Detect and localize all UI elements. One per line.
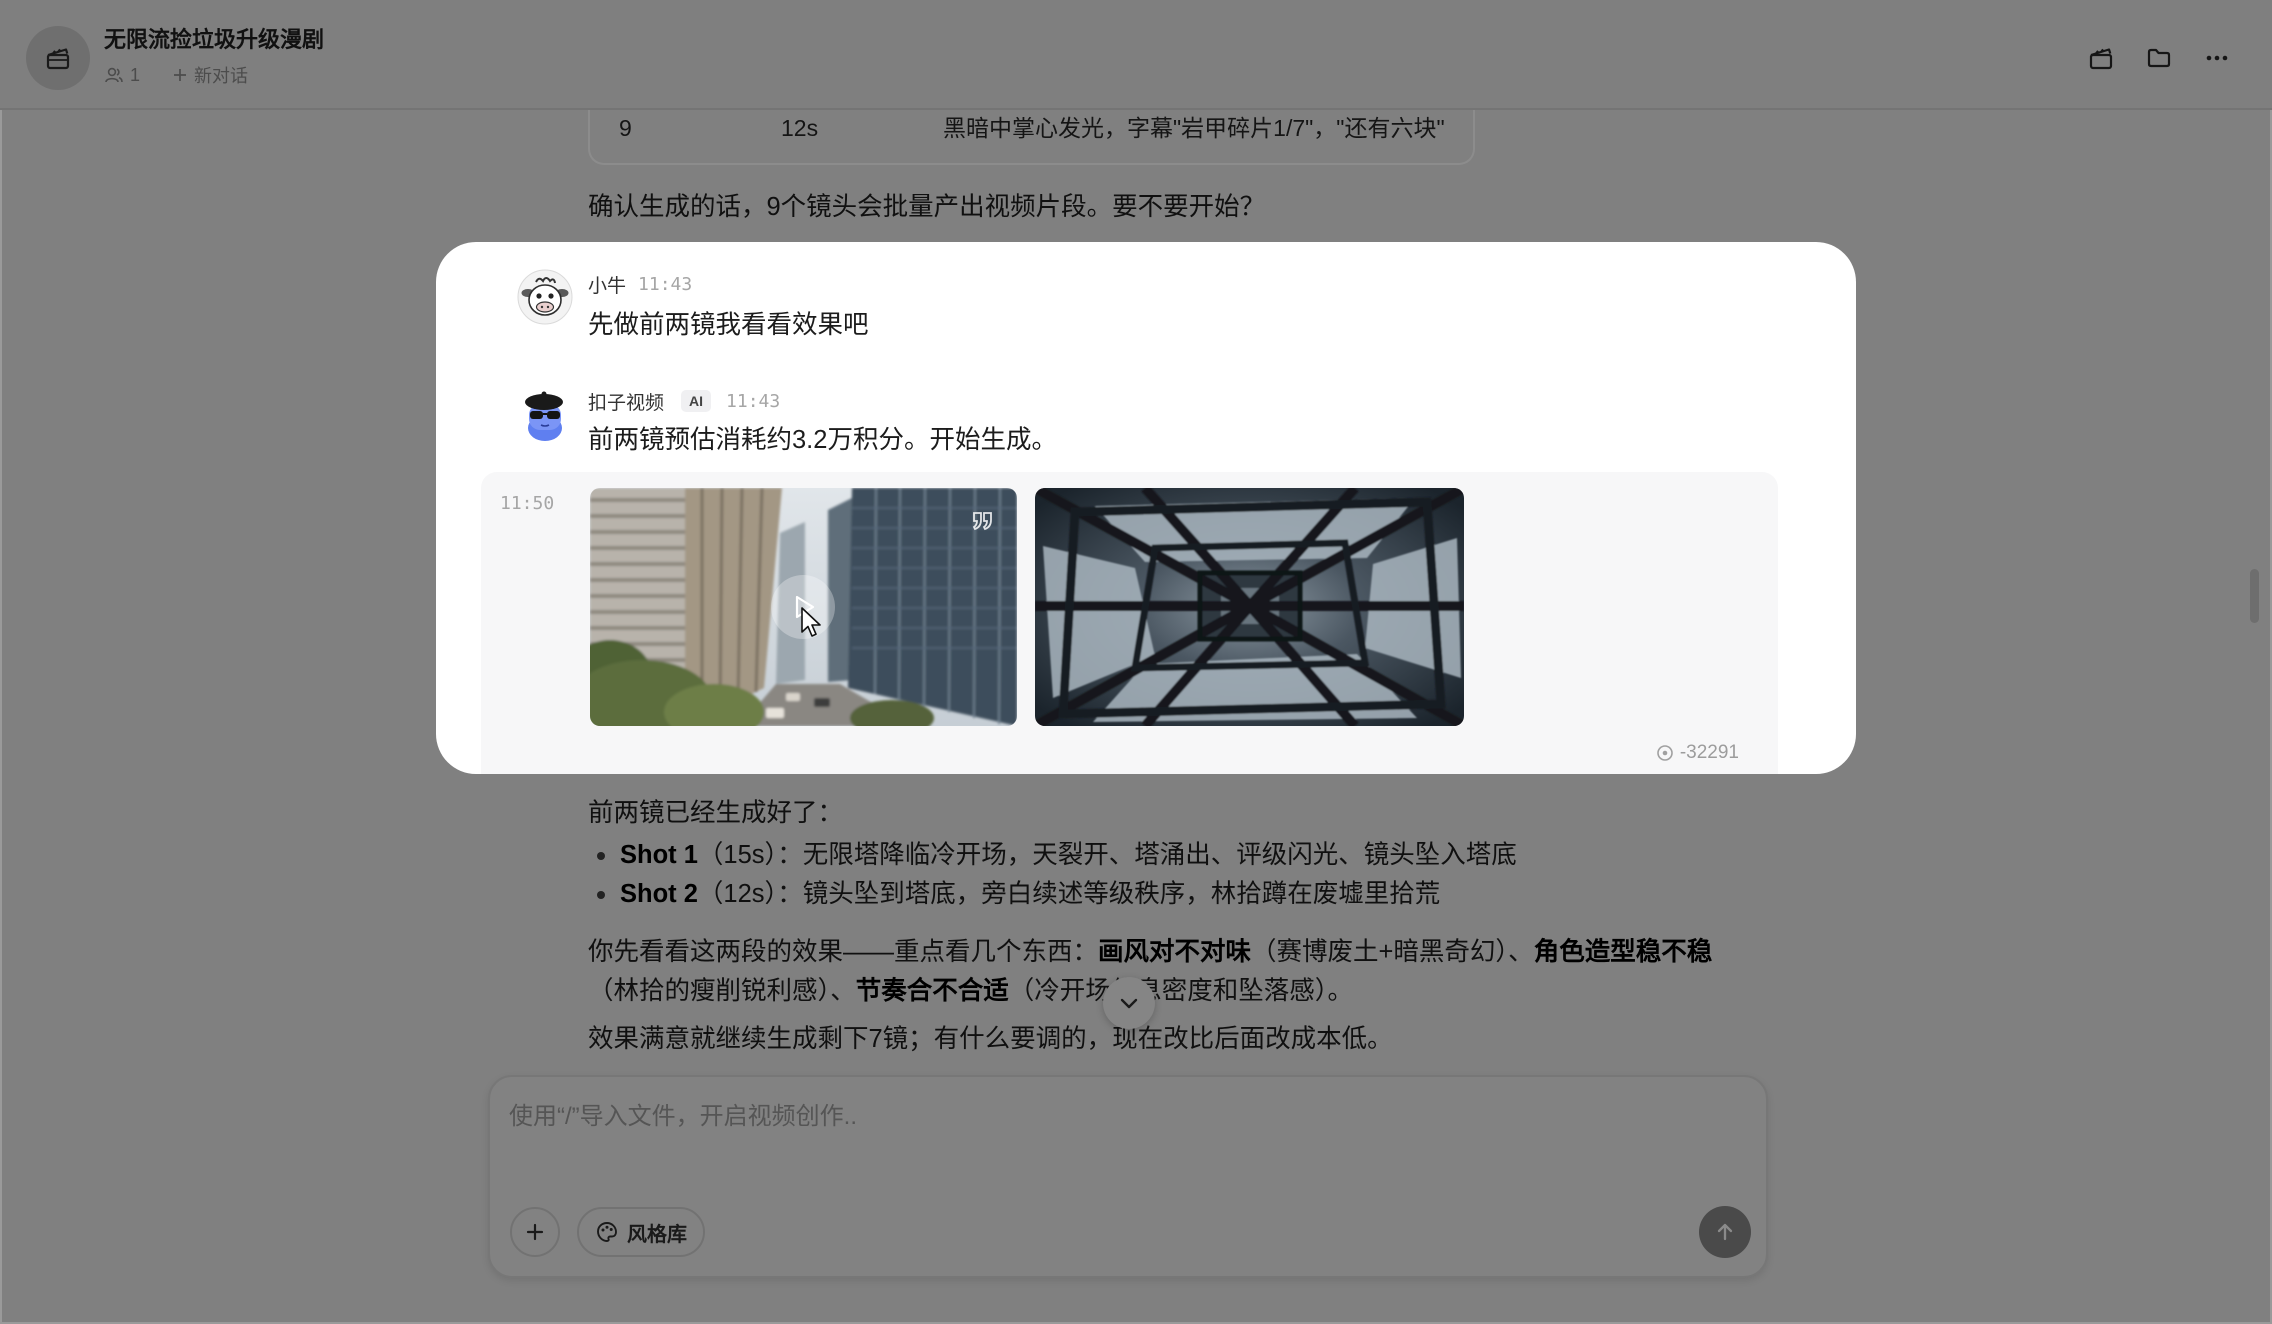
user-avatar[interactable] bbox=[517, 269, 573, 325]
shot-duration: （12s）： bbox=[697, 880, 803, 908]
bullet-dot bbox=[597, 852, 605, 860]
ai-message-meta: 扣子视频 AI 11:43 bbox=[588, 388, 780, 414]
shot-title: Shot 2 bbox=[620, 880, 698, 908]
ai-prompt-text: 确认生成的话，9个镜头会批量产出视频片段。要不要开始？ bbox=[588, 193, 1266, 221]
video-2-frame bbox=[1035, 488, 1464, 726]
reply-closing: 效果满意就继续生成剩下7镜；有什么要调的，现在改比后面改成本低。 bbox=[588, 1025, 1393, 1053]
files-button[interactable] bbox=[2139, 38, 2179, 78]
people-icon bbox=[105, 67, 123, 83]
folder-icon bbox=[2147, 48, 2171, 68]
new-chat-label: 新对话 bbox=[194, 66, 248, 86]
user-message-text: 先做前两镜我看看效果吧 bbox=[588, 311, 869, 339]
plus-icon bbox=[174, 69, 186, 81]
plus-icon bbox=[526, 1223, 544, 1241]
clapperboard-icon bbox=[46, 48, 70, 70]
project-logo[interactable] bbox=[26, 26, 90, 90]
member-count-value: 1 bbox=[130, 64, 141, 85]
video-thumbnail-2[interactable] bbox=[1035, 488, 1464, 726]
shot-duration: （15s）： bbox=[697, 841, 803, 869]
review-text: （赛博废土+暗黑奇幻）、 bbox=[1251, 938, 1534, 966]
storyboard-button[interactable] bbox=[2081, 38, 2121, 78]
ai-name: 扣子视频 bbox=[588, 392, 665, 414]
ai-message-text: 前两镜预估消耗约3.2万积分。开始生成。 bbox=[588, 426, 1057, 454]
style-library-label: 风格库 bbox=[627, 1223, 687, 1246]
new-chat-button[interactable]: 新对话 bbox=[172, 63, 248, 87]
project-title: 无限流捡垃圾升级漫剧 bbox=[104, 27, 325, 52]
shot-description: 镜头坠到塔底，旁白续述等级秩序，林拾蹲在废墟里拾荒 bbox=[802, 880, 1441, 908]
user-message-meta: 小牛 11:43 bbox=[588, 271, 692, 297]
review-emphasis: 节奏合不合适 bbox=[855, 977, 1009, 1005]
bullet-dot bbox=[597, 891, 605, 899]
member-count[interactable]: 1 bbox=[104, 63, 140, 87]
more-options-button[interactable] bbox=[2197, 38, 2237, 78]
review-text: （冷开场信息密度和坠落感）。 bbox=[1008, 977, 1354, 1005]
quote-icon[interactable] bbox=[971, 509, 995, 533]
table-cell-duration: 12s bbox=[781, 115, 819, 141]
review-line-1: 你先看看这两段的效果——重点看几个东西：画风对不对味（赛博废土+暗黑奇幻）、角色… bbox=[588, 934, 1712, 970]
arrow-up-icon bbox=[1717, 1223, 1733, 1241]
ai-avatar[interactable] bbox=[517, 386, 573, 442]
scrollbar-thumb[interactable] bbox=[2250, 569, 2259, 623]
palette-icon bbox=[597, 1222, 617, 1242]
shot-title: Shot 1 bbox=[620, 841, 698, 869]
mouse-cursor-icon bbox=[801, 607, 821, 637]
ai-badge: AI bbox=[681, 390, 712, 412]
shot-description: 无限塔降临冷开场，天裂开、塔涌出、评级闪光、镜头坠入塔底 bbox=[802, 841, 1517, 869]
review-line-2: （林拾的瘦削锐利感）、节奏合不合适（冷开场信息密度和坠落感）。 bbox=[588, 973, 1353, 1009]
review-text: （林拾的瘦削锐利感）、 bbox=[588, 977, 856, 1005]
more-icon bbox=[2206, 55, 2228, 61]
credits-cost-value: -32291 bbox=[1679, 742, 1739, 763]
chevron-down-icon bbox=[1120, 998, 1138, 1009]
list-item: Shot 1（15s）：无限塔降临冷开场，天裂开、塔涌出、评级闪光、镜头坠入塔底 bbox=[620, 837, 1517, 873]
credits-cost: -32291 bbox=[1656, 741, 1739, 765]
review-emphasis: 角色造型稳不稳 bbox=[1533, 938, 1713, 966]
user-name: 小牛 bbox=[588, 275, 627, 297]
chat-header: 无限流捡垃圾升级漫剧 1 新对话 bbox=[0, 0, 2272, 110]
message-composer: 风格库 bbox=[488, 1075, 1768, 1278]
ai-message-time: 11:43 bbox=[726, 390, 781, 412]
table-cell-shot: 9 bbox=[619, 115, 632, 141]
highlighted-messages-card: 小牛 11:43 先做前两镜我看看效果吧 扣子视频 AI 11:43 前两镜预估… bbox=[436, 242, 1856, 774]
credits-coin-icon bbox=[1657, 745, 1673, 761]
send-button[interactable] bbox=[1699, 1206, 1751, 1258]
review-text: 你先看看这两段的效果——重点看几个东西： bbox=[588, 938, 1099, 966]
style-library-button[interactable]: 风格库 bbox=[577, 1207, 705, 1257]
list-item: Shot 2（12s）：镜头坠到塔底，旁白续述等级秩序，林拾蹲在废墟里拾荒 bbox=[620, 876, 1440, 912]
message-input[interactable] bbox=[509, 1101, 1709, 1141]
clapperboard-icon bbox=[2089, 48, 2113, 70]
reply-intro: 前两镜已经生成好了： bbox=[588, 799, 844, 827]
table-cell-content: 黑暗中掌心发光，字幕"岩甲碎片1/7"，"还有六块" bbox=[943, 115, 1445, 141]
generated-videos-block: 11:50 -32291 bbox=[481, 472, 1778, 774]
review-emphasis: 画风对不对味 bbox=[1098, 938, 1252, 966]
generation-time: 11:50 bbox=[500, 493, 555, 514]
scroll-to-bottom-button[interactable] bbox=[1103, 977, 1155, 1029]
attach-button[interactable] bbox=[510, 1207, 560, 1257]
user-message-time: 11:43 bbox=[638, 273, 693, 295]
